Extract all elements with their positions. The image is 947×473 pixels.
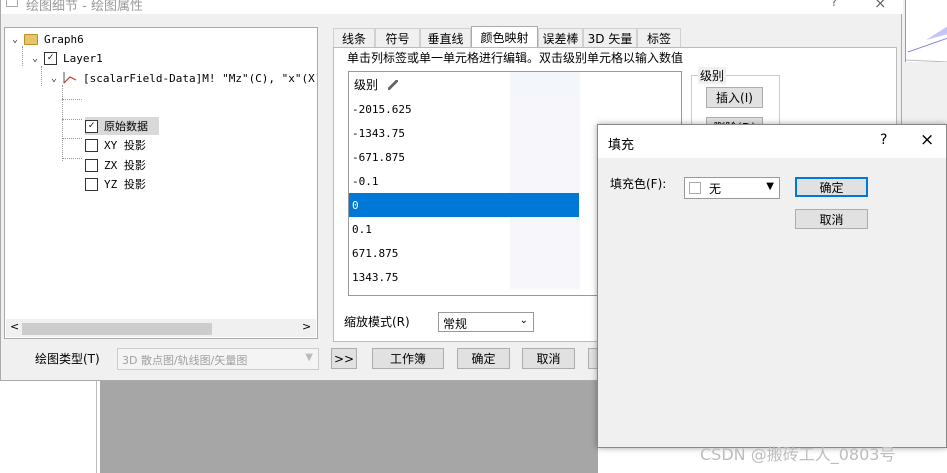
app-icon: [6, 0, 18, 7]
close-icon[interactable]: ×: [874, 0, 887, 12]
tree-node-plot[interactable]: ⌄ [scalarField-Data]M! "Mz"(C), "x"(X), …: [49, 69, 318, 87]
tab-3d-vector[interactable]: 3D 矢量: [583, 28, 637, 47]
fill-cancel-button[interactable]: 取消: [795, 209, 868, 229]
plot-type-value: 3D 散点图/轨线图/矢量图: [122, 354, 248, 367]
help-icon[interactable]: ?: [880, 132, 887, 148]
plot-type-label: 绘图类型(T): [35, 352, 100, 366]
fill-titlebar: 填充 ? ×: [598, 125, 946, 158]
tab-colormap[interactable]: 颜色映射: [471, 26, 538, 48]
tree-node-label: XY 投影: [104, 139, 146, 152]
divider: [96, 381, 97, 473]
close-icon[interactable]: ×: [920, 130, 934, 150]
tree-node-label: Graph6: [44, 32, 84, 46]
level-cell[interactable]: -671.875: [349, 145, 579, 169]
workspace-area: [100, 381, 598, 473]
fill-color-label: 填充色(F):: [610, 177, 667, 191]
xy-projection-checkbox[interactable]: [85, 138, 98, 152]
tree-node-zx-projection[interactable]: ZX 投影: [85, 156, 146, 174]
scale-mode-label: 缩放模式(R): [344, 315, 410, 329]
cancel-button[interactable]: 取消: [522, 348, 575, 369]
tree-node-label: [scalarField-Data]M! "Mz"(C), "x"(X), ": [83, 71, 318, 85]
watermark: CSDN @搬砖工人_0803号: [700, 445, 896, 464]
level-column-header[interactable]: 级别: [354, 72, 399, 97]
color-swatch: [689, 182, 701, 194]
level-cell[interactable]: -2015.625: [349, 97, 579, 121]
tab-line[interactable]: 线条: [333, 28, 375, 47]
tree-node-label: YZ 投影: [104, 178, 146, 191]
chevron-down-icon: ⌄: [519, 315, 528, 326]
level-cell[interactable]: 0.1: [349, 217, 579, 241]
chevron-down-icon[interactable]: ⌄: [10, 34, 20, 45]
tab-label[interactable]: 标签: [637, 28, 681, 47]
level-cell[interactable]: -1343.75: [349, 121, 579, 145]
tree-node-label: 原始数据: [104, 120, 148, 133]
tree-node-layer[interactable]: ⌄ ✓ Layer1: [30, 49, 103, 67]
scroll-left-icon[interactable]: <: [10, 320, 19, 333]
plot-type-select[interactable]: 3D 散点图/轨线图/矢量图 ▼: [117, 348, 319, 370]
fill-dialog: 填充 ? × 填充色(F): 无 ▼ 确定 取消: [597, 124, 947, 448]
chevron-down-icon: ▼: [305, 352, 313, 363]
layer-checkbox[interactable]: ✓: [44, 51, 57, 65]
titlebar: 绘图细节 - 绘图属性 ? ×: [1, 0, 903, 14]
level-group-title: 级别: [698, 67, 727, 84]
scale-mode-value: 常规: [443, 317, 468, 331]
zx-projection-checkbox[interactable]: [85, 158, 98, 172]
expand-button[interactable]: >>: [331, 348, 357, 369]
tree-node-xy-projection[interactable]: XY 投影: [85, 136, 146, 154]
fill-dialog-title: 填充: [608, 138, 635, 153]
tree-node-label: Layer1: [63, 51, 103, 65]
fill-color-select[interactable]: 无 ▼: [684, 177, 780, 199]
level-cell[interactable]: 1343.75: [349, 265, 579, 289]
level-cell[interactable]: -0.1: [349, 169, 579, 193]
raw-data-checkbox[interactable]: ✓: [85, 119, 98, 133]
pencil-icon: [388, 79, 399, 90]
level-cell[interactable]: 0: [349, 193, 579, 217]
chevron-down-icon: ▼: [766, 181, 774, 192]
yz-projection-checkbox[interactable]: [85, 177, 98, 191]
plot-tree[interactable]: ⌄ Graph6 ⌄ ✓ Layer1 ⌄ [scalarField-Data]…: [4, 27, 318, 339]
window-title: 绘图细节 - 绘图属性: [26, 0, 143, 14]
tab-error-bar[interactable]: 误差棒: [538, 28, 583, 47]
tree-node-raw-data[interactable]: ✓ 原始数据: [85, 117, 148, 135]
folder-icon: [24, 33, 38, 45]
scale-mode-select[interactable]: 常规 ⌄: [438, 312, 534, 332]
line-plot-icon: [63, 72, 77, 84]
scroll-right-icon[interactable]: >: [302, 320, 311, 333]
colormap-hint: 单击列标签或单一单元格进行编辑。双击级别单元格以输入数值: [347, 51, 684, 65]
tree-node-graph[interactable]: ⌄ Graph6: [10, 30, 84, 48]
tab-symbol[interactable]: 符号: [375, 28, 420, 47]
fill-color-value: 无: [709, 181, 722, 196]
level-header-label: 级别: [354, 78, 379, 92]
chevron-down-icon[interactable]: ⌄: [49, 73, 59, 84]
help-icon[interactable]: ?: [831, 0, 837, 9]
workbook-button[interactable]: 工作簿: [372, 348, 444, 369]
insert-button[interactable]: 插入(I): [706, 87, 763, 108]
scrollbar-thumb[interactable]: [22, 323, 212, 335]
level-cell[interactable]: 671.875: [349, 241, 579, 265]
tab-drop-lines[interactable]: 垂直线: [420, 28, 471, 47]
ok-button[interactable]: 确定: [457, 348, 510, 369]
fill-header-bg: [510, 72, 580, 97]
graph-window-fragment: [905, 0, 947, 62]
fill-ok-button[interactable]: 确定: [795, 177, 868, 197]
chevron-down-icon[interactable]: ⌄: [30, 53, 40, 64]
tree-node-label: ZX 投影: [104, 159, 146, 172]
tree-node-yz-projection[interactable]: YZ 投影: [85, 175, 146, 193]
